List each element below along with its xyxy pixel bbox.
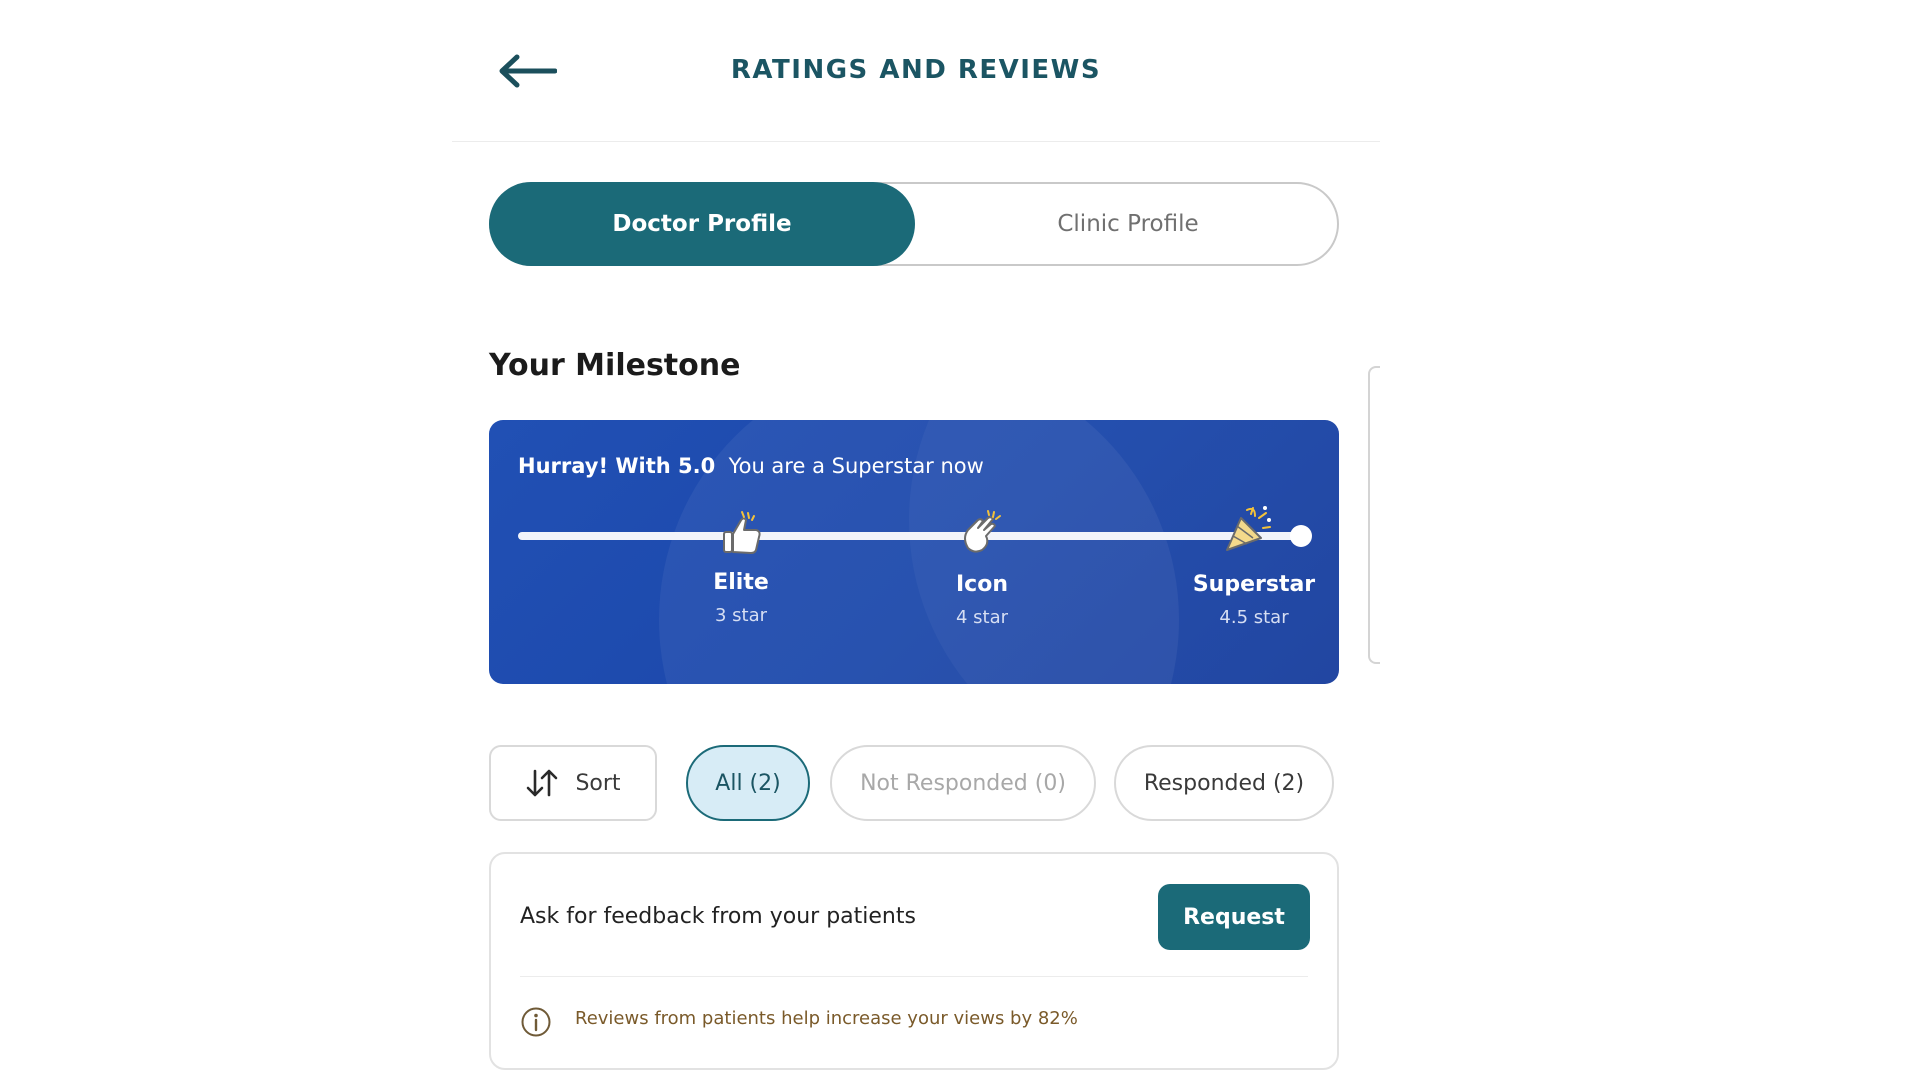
milestone-stars: 4.5 star (1219, 607, 1289, 628)
clapping-hands-icon (954, 506, 1008, 560)
milestone-card: Hurray! With 5.0 You are a Superstar now… (489, 420, 1339, 684)
side-panel-edge (1368, 366, 1380, 664)
filter-chip-responded[interactable]: Responded (2) (1114, 745, 1334, 821)
party-popper-icon (1221, 504, 1275, 558)
ratings-reviews-screen: RATINGS AND REVIEWS Doctor Profile Clini… (452, 0, 1380, 1080)
request-button[interactable]: Request (1158, 884, 1310, 950)
milestone-progress-track (518, 532, 1308, 540)
milestone-heading: Your Milestone (489, 348, 741, 383)
filter-chip-not-responded[interactable]: Not Responded (0) (830, 745, 1096, 821)
milestone-elite: Elite 3 star (656, 570, 826, 626)
tab-clinic-profile[interactable]: Clinic Profile (915, 182, 1341, 266)
milestone-stars: 3 star (714, 605, 768, 626)
divider (520, 976, 1308, 977)
banner-score: Hurray! With 5.0 (518, 454, 716, 478)
sort-arrows-icon (527, 769, 558, 797)
milestone-name: Superstar (1192, 572, 1316, 597)
sort-label: Sort (575, 770, 621, 796)
profile-toggle: Doctor Profile Clinic Profile (489, 182, 1339, 266)
tab-doctor-profile[interactable]: Doctor Profile (489, 182, 915, 266)
thumbs-up-icon (714, 508, 768, 562)
milestone-progress-marker (1290, 525, 1312, 547)
milestone-superstar: Superstar 4.5 star (1169, 572, 1339, 628)
milestone-banner: Hurray! With 5.0 You are a Superstar now (518, 454, 984, 478)
info-circle-icon (521, 1007, 551, 1037)
milestone-name: Elite (713, 570, 769, 595)
milestone-stars: 4 star (955, 607, 1009, 628)
feedback-prompt: Ask for feedback from your patients (520, 904, 916, 929)
header: RATINGS AND REVIEWS (452, 0, 1380, 142)
banner-message: You are a Superstar now (728, 454, 984, 478)
page-title: RATINGS AND REVIEWS (730, 55, 1102, 85)
info-message: Reviews from patients help increase your… (575, 1008, 1078, 1029)
milestone-icon-level: Icon 4 star (897, 572, 1067, 628)
sort-button[interactable]: Sort (489, 745, 657, 821)
milestone-name: Icon (955, 572, 1008, 597)
feedback-request-card: Ask for feedback from your patients Requ… (489, 852, 1339, 1070)
filter-chip-all[interactable]: All (2) (686, 745, 810, 821)
